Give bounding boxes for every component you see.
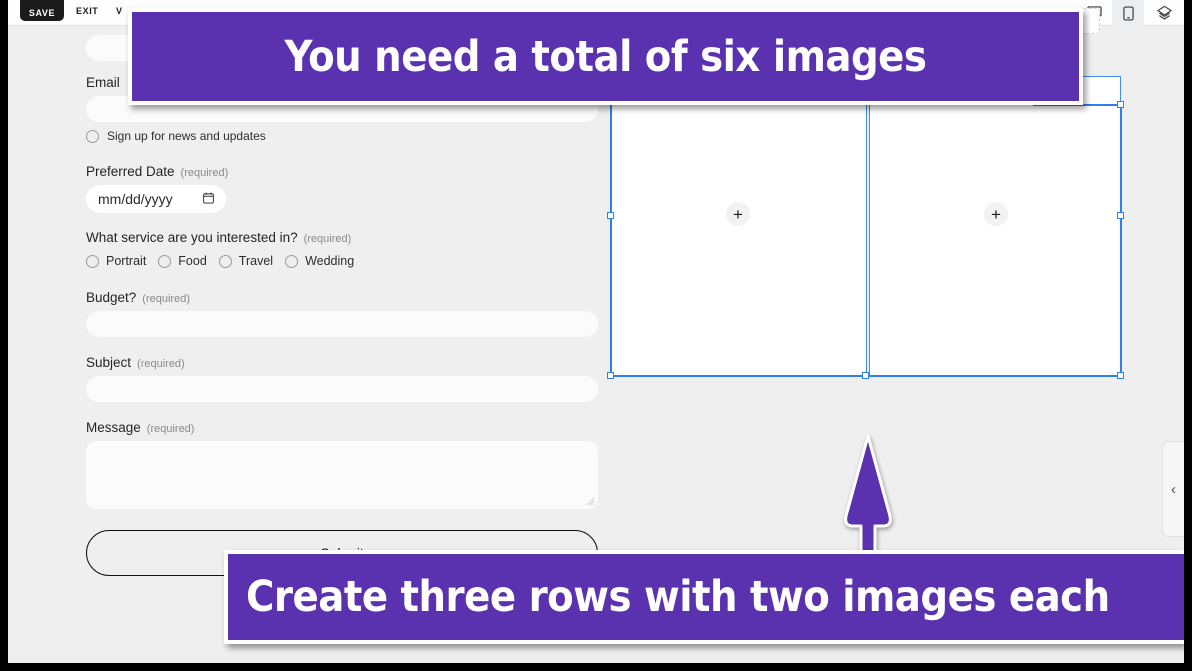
calendar-icon[interactable] [203,191,214,207]
selection-handle-bottom-right[interactable] [1117,372,1124,379]
service-option-label: Food [178,254,207,268]
newsletter-checkbox-row[interactable]: Sign up for news and updates [86,129,266,143]
annotation-banner-top-text: You need a total of six images [284,31,927,82]
screenshot-frame: SAVE EXIT V Email Sign up for news and u… [0,0,1192,671]
message-label: Message (required) [86,420,195,435]
save-button[interactable]: SAVE [20,0,64,21]
annotation-banner-bottom: Create three rows with two images each [224,550,1184,644]
newsletter-radio-icon[interactable] [86,129,99,143]
budget-input[interactable] [86,311,598,337]
add-image-button-right[interactable]: + [984,202,1008,226]
service-option-label: Wedding [305,254,355,268]
service-option-travel[interactable]: Travel [218,254,274,268]
service-option-portrait[interactable]: Portrait [86,254,146,268]
preferred-date-input[interactable]: mm/dd/yyyy [86,185,226,213]
theme-diamond-icon[interactable] [1148,0,1180,26]
subject-input[interactable] [86,376,598,402]
date-label: Preferred Date (required) [86,164,229,179]
radio-icon[interactable] [86,254,99,268]
date-placeholder: mm/dd/yyyy [98,191,173,207]
image-placeholder-right[interactable] [869,76,1121,376]
collapse-panel-button[interactable]: ‹ [1162,441,1184,537]
selection-handle-top-right[interactable] [1117,101,1124,108]
image-placeholder-left[interactable] [610,76,867,376]
service-label: What service are you interested in? (req… [86,230,352,245]
annotation-banner-top: You need a total of six images [128,8,1083,105]
service-option-wedding[interactable]: Wedding [285,254,354,268]
selection-handle-mid-right[interactable] [1117,212,1124,219]
selection-handle-bottom-left[interactable] [607,372,614,379]
site-editor-window: SAVE EXIT V Email Sign up for news and u… [8,0,1184,663]
add-image-button-left[interactable]: + [726,202,750,226]
service-option-label: Portrait [106,254,147,268]
subject-label: Subject (required) [86,355,185,370]
radio-icon[interactable] [218,254,232,268]
message-textarea[interactable] [86,441,598,509]
exit-button[interactable]: EXIT [76,0,98,19]
selection-edge-left [610,104,612,376]
annotation-banner-bottom-text: Create three rows with two images each [246,572,1110,622]
selection-handle-mid-left[interactable] [607,212,614,219]
selection-handle-bottom-center[interactable] [862,372,869,379]
resize-grip-icon[interactable] [586,497,595,506]
service-option-label: Travel [238,254,274,268]
plus-icon: + [733,204,743,224]
newsletter-label: Sign up for news and updates [107,129,266,143]
chevron-left-icon: ‹ [1171,480,1176,498]
radio-icon[interactable] [158,254,172,268]
plus-icon: + [991,204,1001,224]
radio-icon[interactable] [285,254,299,268]
budget-label: Budget? (required) [86,290,190,305]
toolbar-extra-button[interactable]: V [116,0,123,19]
service-radio-group: Portrait Food Travel Wedding [86,254,354,268]
service-option-food[interactable]: Food [158,254,207,268]
selection-edge-right [1120,104,1122,376]
